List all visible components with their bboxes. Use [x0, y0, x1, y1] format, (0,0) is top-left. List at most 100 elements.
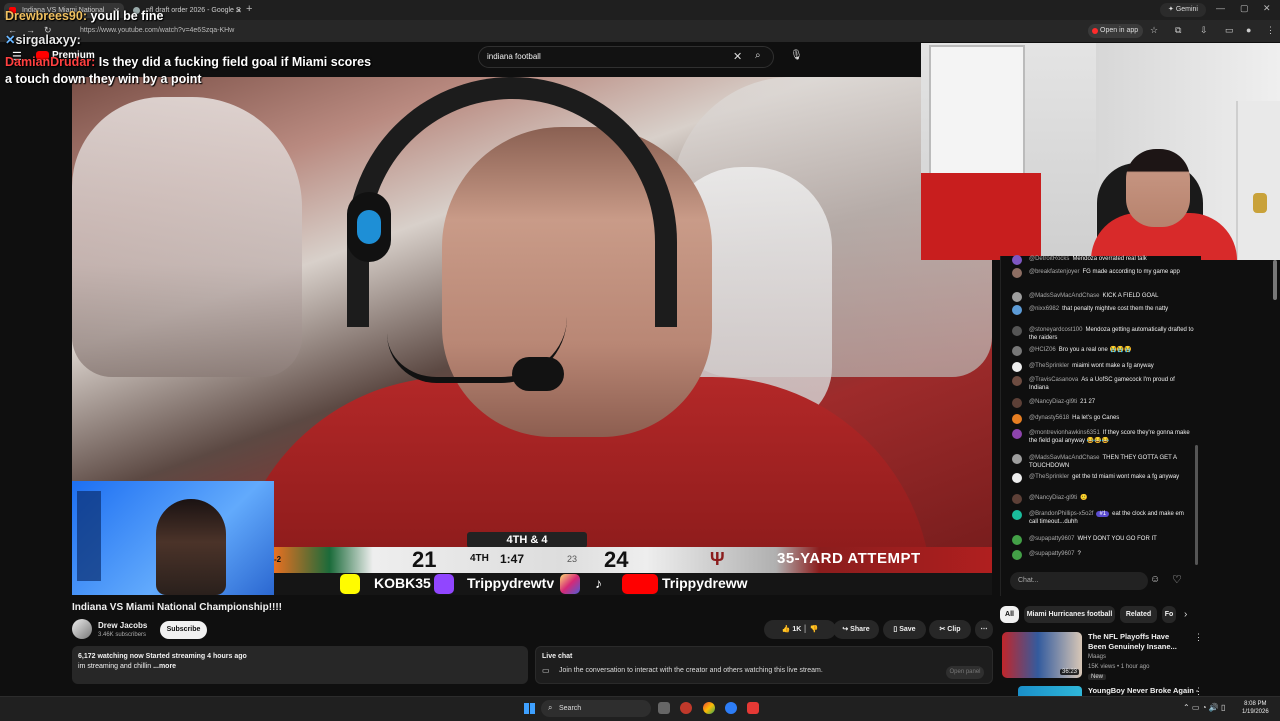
- chevron-right-icon[interactable]: ›: [1184, 609, 1187, 620]
- chat-username[interactable]: @nixx6982: [1029, 306, 1059, 312]
- related-thumbnail[interactable]: [1018, 686, 1082, 696]
- more-link[interactable]: ...more: [153, 663, 176, 670]
- clear-search-icon[interactable]: ✕: [733, 50, 742, 63]
- chat-avatar[interactable]: [1012, 398, 1022, 408]
- clip-label: Clip: [947, 626, 961, 633]
- page-scrollbar[interactable]: [1273, 260, 1277, 300]
- chat-avatar[interactable]: [1012, 494, 1022, 504]
- heart-icon[interactable]: ♡: [1172, 573, 1182, 586]
- search-box[interactable]: indiana football ✕ ⌕: [478, 46, 774, 68]
- like-dislike-button[interactable]: 👍 1K │ 👎: [764, 620, 836, 639]
- kebab-menu-icon[interactable]: ⋮: [1194, 632, 1203, 643]
- taskbar-search[interactable]: Search: [541, 700, 651, 717]
- subscribe-button[interactable]: Subscribe: [160, 621, 207, 639]
- youtube-app-icon[interactable]: [747, 702, 759, 714]
- chat-username[interactable]: @TravisCasanova: [1029, 377, 1078, 383]
- close-tab-icon[interactable]: ✕: [235, 3, 242, 18]
- chat-username[interactable]: @NancyDiaz-gl9ti: [1029, 495, 1077, 501]
- chat-username[interactable]: @TheSprinkler: [1029, 474, 1069, 480]
- chat-avatar[interactable]: [1012, 362, 1022, 372]
- situation-text: 35-YARD ATTEMPT: [777, 550, 921, 567]
- chrome-icon[interactable]: [703, 702, 715, 714]
- chat-username[interactable]: @MadsSavMacAndChase: [1029, 293, 1099, 299]
- chat-avatar[interactable]: [1012, 454, 1022, 464]
- overlay-chat-line: a touch down they win by a point: [5, 72, 202, 86]
- chip-miami-hurricanes[interactable]: Miami Hurricanes football: [1024, 606, 1115, 623]
- chat-avatar[interactable]: [1012, 414, 1022, 424]
- bookmark-star-icon[interactable]: ☆: [1150, 25, 1158, 36]
- chat-avatar[interactable]: [1012, 305, 1022, 315]
- share-button[interactable]: ↪ Share: [833, 620, 879, 639]
- chip-all[interactable]: All: [1000, 606, 1019, 623]
- thumbs-down-icon[interactable]: 👎: [810, 626, 819, 633]
- chat-avatar[interactable]: [1012, 535, 1022, 545]
- save-button[interactable]: ▯ Save: [883, 620, 926, 639]
- related-channel[interactable]: Maags: [1088, 654, 1106, 660]
- thumbs-up-icon[interactable]: 👍: [782, 626, 791, 633]
- chat-avatar[interactable]: [1012, 473, 1022, 483]
- chat-avatar[interactable]: [1012, 326, 1022, 336]
- gemini-button[interactable]: ✦ Gemini: [1160, 3, 1206, 17]
- extensions-icon[interactable]: ⧉: [1175, 25, 1181, 36]
- profile-avatar-icon[interactable]: ●: [1246, 25, 1251, 35]
- chat-avatar[interactable]: [1012, 510, 1022, 520]
- description-box[interactable]: 6,172 watching now Started streaming 4 h…: [72, 646, 528, 684]
- clip-button[interactable]: ✂ Clip: [929, 620, 971, 639]
- chat-username[interactable]: @BrandonPhillips-x5o2f: [1029, 511, 1093, 517]
- chat-username[interactable]: @NancyDiaz-gl9ti: [1029, 399, 1077, 405]
- channel-name[interactable]: Drew Jacobs: [98, 621, 147, 630]
- close-window-icon[interactable]: ✕: [1263, 3, 1271, 14]
- more-actions-icon[interactable]: ⋯: [975, 620, 993, 639]
- like-count: 1K: [792, 626, 802, 633]
- chat-username[interactable]: @stoneyardcost100: [1029, 327, 1082, 333]
- chip-related[interactable]: Related: [1120, 606, 1157, 623]
- downloads-icon[interactable]: ⇩: [1200, 25, 1208, 36]
- overlay-chat-line: ✕sirgalaxyy:: [5, 32, 81, 47]
- chat-avatar[interactable]: [1012, 255, 1022, 265]
- search-input[interactable]: indiana football: [487, 52, 541, 61]
- chat-scrollbar[interactable]: [1195, 445, 1198, 565]
- related-title[interactable]: YoungBoy Never Broke Again -: [1088, 686, 1198, 695]
- chat-username[interactable]: @breakfastenjoyer: [1029, 269, 1079, 275]
- chat-avatar[interactable]: [1012, 429, 1022, 439]
- chat-username[interactable]: @supapatty9607: [1029, 536, 1074, 542]
- chat-avatar[interactable]: [1012, 376, 1022, 386]
- chat-username[interactable]: @supapatty9607: [1029, 551, 1074, 557]
- overlay-user: DamianDrudar:: [5, 55, 96, 69]
- system-tray-icons[interactable]: ⌃ ▭ ◔ 🔊 ▯: [1183, 703, 1225, 712]
- cast-icon[interactable]: ▭: [1225, 25, 1234, 36]
- chat-input[interactable]: Chat...: [1010, 572, 1148, 590]
- minimize-icon[interactable]: —: [1216, 3, 1225, 13]
- clock[interactable]: 8:08 PM 1/19/2026: [1242, 700, 1269, 716]
- windows-start-icon[interactable]: [524, 703, 535, 714]
- task-view-icon[interactable]: [658, 702, 670, 714]
- chat-username[interactable]: @DetroitRocks: [1029, 256, 1069, 262]
- share-label: Share: [850, 626, 870, 633]
- chat-username[interactable]: @montrevionhawkins6351: [1029, 430, 1100, 436]
- chat-username[interactable]: @MadsSavMacAndChase: [1029, 455, 1099, 461]
- related-title[interactable]: The NFL Playoffs Have Been Genuinely Ins…: [1088, 632, 1188, 652]
- chat-message: @breakfastenjoyer FG made according to my…: [1012, 268, 1194, 278]
- browser-menu-icon[interactable]: ⋮: [1266, 25, 1275, 36]
- app-icon[interactable]: [680, 702, 692, 714]
- chat-username[interactable]: @dynasty5618: [1029, 415, 1069, 421]
- red-flag: [921, 173, 1041, 260]
- channel-avatar[interactable]: [72, 619, 92, 639]
- voice-search-icon[interactable]: 🎙: [790, 50, 803, 61]
- open-panel-button[interactable]: Open panel: [946, 666, 984, 679]
- chat-avatar[interactable]: [1012, 292, 1022, 302]
- open-in-app-button[interactable]: Open in app: [1088, 24, 1144, 38]
- search-icon[interactable]: ⌕: [755, 50, 761, 61]
- chat-message: @NancyDiaz-gl9ti 21 27: [1012, 398, 1194, 408]
- maximize-icon[interactable]: ▢: [1240, 3, 1249, 14]
- chat-avatar[interactable]: [1012, 346, 1022, 356]
- app-icon[interactable]: [725, 702, 737, 714]
- chat-avatar[interactable]: [1012, 268, 1022, 278]
- new-tab-button[interactable]: +: [246, 3, 252, 15]
- chat-username[interactable]: @HCIZ06: [1029, 347, 1056, 353]
- chip-truncated[interactable]: Fo: [1162, 606, 1176, 623]
- chat-username[interactable]: @TheSprinkler: [1029, 363, 1069, 369]
- emoji-icon[interactable]: ☺: [1150, 574, 1160, 585]
- url-field[interactable]: https://www.youtube.com/watch?v=4e6Szqa-…: [80, 24, 1080, 38]
- chat-avatar[interactable]: [1012, 550, 1022, 560]
